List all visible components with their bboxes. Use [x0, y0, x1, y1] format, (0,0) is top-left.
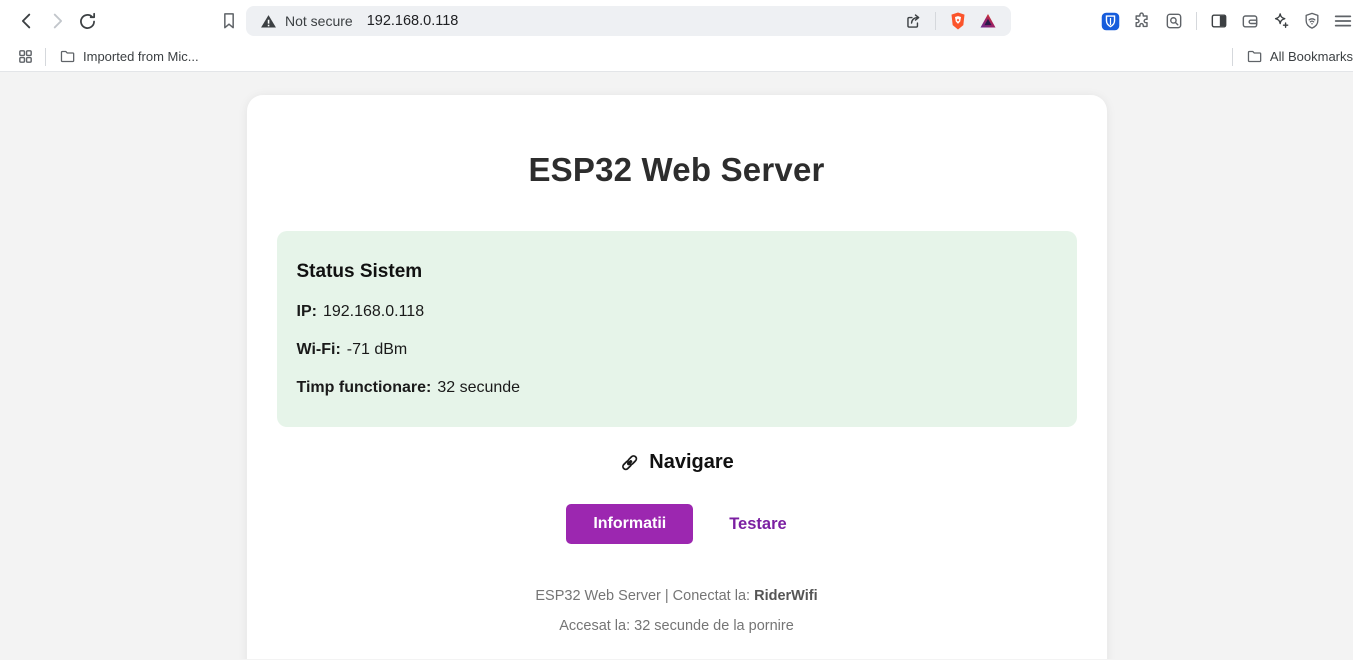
extensions-menu-button[interactable] — [1127, 6, 1157, 36]
status-label: IP: — [297, 303, 317, 320]
brave-shields-button[interactable] — [943, 6, 973, 36]
address-bar[interactable]: Not secure 192.168.0.118 — [246, 6, 1011, 36]
leo-ai-button[interactable] — [1266, 6, 1296, 36]
sparkle-plus-icon — [1271, 11, 1291, 31]
apps-grid-icon — [17, 48, 34, 65]
puzzle-icon — [1132, 11, 1152, 31]
all-bookmarks-label: All Bookmarks — [1270, 49, 1353, 64]
status-row-ip: IP: 192.168.0.118 — [297, 303, 1057, 321]
search-window-icon — [1164, 11, 1184, 31]
folder-icon — [1246, 48, 1263, 65]
bitwarden-extension-button[interactable] — [1095, 6, 1125, 36]
status-value: 32 secunde — [437, 379, 520, 396]
extensions-group — [1095, 6, 1189, 36]
footer-network-name: RiderWifi — [754, 588, 818, 604]
link-icon — [619, 452, 640, 473]
footer-line-2: Accesat la: 32 secunde de la pornire — [277, 618, 1077, 634]
footer-connected-text: ESP32 Web Server | Conectat la: — [535, 588, 750, 604]
share-icon — [904, 12, 923, 31]
content-card: ESP32 Web Server Status Sistem IP: 192.16… — [247, 95, 1107, 659]
wallet-icon — [1240, 11, 1260, 31]
url-text: 192.168.0.118 — [367, 13, 459, 29]
status-label: Wi-Fi: — [297, 341, 341, 358]
bookmark-folder-imported[interactable]: Imported from Mic... — [53, 45, 205, 68]
informatii-button[interactable]: Informatii — [566, 504, 693, 544]
page-title: ESP32 Web Server — [277, 151, 1077, 189]
brave-shield-icon — [948, 11, 968, 31]
sidebar-icon — [1209, 11, 1229, 31]
bookmarks-bar: Imported from Mic... All Bookmarks — [0, 42, 1353, 72]
shield-wifi-icon — [1302, 11, 1322, 31]
back-button[interactable] — [12, 6, 42, 36]
back-icon — [16, 10, 38, 32]
wallet-button[interactable] — [1235, 6, 1265, 36]
status-value: 192.168.0.118 — [323, 303, 424, 320]
apps-grid-button[interactable] — [12, 44, 38, 70]
navigation-buttons: Informatii Testare — [277, 504, 1077, 544]
navigation-heading: Navigare — [277, 451, 1077, 474]
status-panel: Status Sistem IP: 192.168.0.118 Wi-Fi: -71… — [277, 231, 1077, 427]
status-label: Timp functionare: — [297, 379, 432, 396]
hamburger-menu-icon — [1332, 10, 1353, 32]
navigation-heading-label: Navigare — [649, 451, 734, 474]
bookmark-this-tab-button[interactable] — [214, 6, 244, 36]
brave-rewards-button[interactable] — [973, 6, 1003, 36]
browser-toolbar: Not secure 192.168.0.118 — [0, 0, 1353, 42]
bat-triangle-icon — [978, 11, 998, 31]
bitwarden-icon — [1100, 11, 1121, 32]
all-bookmarks-button[interactable]: All Bookmarks — [1240, 45, 1353, 68]
security-label: Not secure — [285, 13, 353, 29]
sidebar-toggle-button[interactable] — [1204, 6, 1234, 36]
toolbar-right-group — [1204, 6, 1353, 36]
folder-icon — [59, 48, 76, 65]
forward-button[interactable] — [42, 6, 72, 36]
status-row-wifi: Wi-Fi: -71 dBm — [297, 341, 1057, 359]
testare-link[interactable]: Testare — [729, 515, 786, 534]
page-viewport: ESP32 Web Server Status Sistem IP: 192.16… — [0, 72, 1353, 659]
menu-button[interactable] — [1328, 6, 1353, 36]
divider — [935, 12, 936, 30]
vpn-button[interactable] — [1297, 6, 1327, 36]
not-secure-warning-icon — [260, 13, 277, 30]
footer-line-1: ESP32 Web Server | Conectat la: RiderWif… — [277, 588, 1077, 604]
status-row-uptime: Timp functionare: 32 secunde — [297, 379, 1057, 397]
reload-icon — [77, 11, 98, 32]
bookmark-folder-label: Imported from Mic... — [83, 49, 199, 64]
share-button[interactable] — [898, 6, 928, 36]
bookmark-icon — [219, 11, 239, 31]
search-page-extension-button[interactable] — [1159, 6, 1189, 36]
status-value: -71 dBm — [347, 341, 407, 358]
reload-button[interactable] — [72, 6, 102, 36]
divider — [1232, 48, 1233, 66]
divider — [45, 48, 46, 66]
page-footer: ESP32 Web Server | Conectat la: RiderWif… — [277, 588, 1077, 634]
divider — [1196, 12, 1197, 30]
forward-icon — [46, 10, 68, 32]
status-heading: Status Sistem — [297, 261, 1057, 283]
